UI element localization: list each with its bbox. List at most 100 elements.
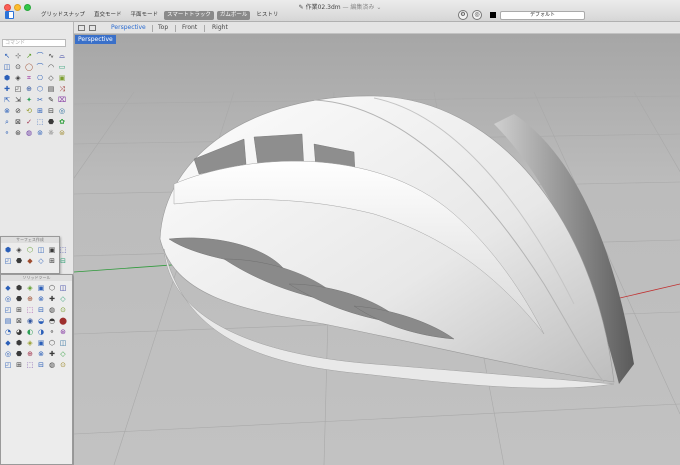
solid-tool-icon[interactable]: ◍	[47, 305, 57, 315]
mode-history[interactable]: ヒストリ	[253, 11, 281, 20]
solid-tool-icon[interactable]: ◇	[58, 294, 68, 304]
solid-tool-icon[interactable]: ⬢	[14, 338, 24, 348]
solid-tool-icon[interactable]: ◆	[3, 338, 13, 348]
solid-tool-icon[interactable]: ⊕	[25, 349, 35, 359]
layer-selector[interactable]: デフォルト	[500, 10, 585, 20]
solid-tool-icon[interactable]: ◎	[3, 294, 13, 304]
perspective-viewport[interactable]: Perspective	[74, 34, 680, 465]
surface-tool-icon[interactable]: ◫	[36, 245, 46, 255]
surface-tool-icon[interactable]: ⬚	[58, 245, 68, 255]
mode-smart-track[interactable]: スマートトラック	[164, 11, 214, 20]
mode-grid-snap[interactable]: グリッドスナップ	[38, 11, 88, 20]
surface-tool-icon[interactable]: ◇	[36, 256, 46, 266]
surface-tool-icon[interactable]: ⊟	[58, 256, 68, 266]
solid-tool-icon[interactable]: ◫	[58, 283, 68, 293]
main-tool-icon[interactable]: ⊹	[13, 51, 23, 61]
main-tool-icon[interactable]: ⎔	[35, 73, 45, 83]
main-tool-icon[interactable]: ⇲	[13, 95, 23, 105]
main-tool-icon[interactable]: ↖	[2, 51, 12, 61]
layer-color-swatch[interactable]	[490, 12, 496, 18]
helmet-model-render[interactable]	[74, 34, 680, 465]
main-tool-icon[interactable]: ✂	[35, 95, 45, 105]
mode-gumball[interactable]: ガムボール	[216, 11, 251, 20]
solid-tool-icon[interactable]: ⊟	[36, 360, 46, 370]
main-tool-icon[interactable]: ◯	[24, 62, 34, 72]
surface-tool-icon[interactable]: ⊞	[47, 256, 57, 266]
tab-perspective[interactable]: Perspective	[111, 24, 146, 31]
osnap-circle-icon[interactable]: ◎	[472, 10, 482, 20]
solid-tool-icon[interactable]: ⊟	[36, 305, 46, 315]
main-tool-icon[interactable]: ▤	[46, 84, 56, 94]
main-tool-icon[interactable]: ✚	[2, 84, 12, 94]
main-tool-icon[interactable]: ⬚	[35, 117, 45, 127]
solid-tool-icon[interactable]: ⊙	[58, 360, 68, 370]
main-tool-icon[interactable]: ⊜	[57, 128, 67, 138]
main-tool-icon[interactable]: ⊚	[35, 128, 45, 138]
surface-tool-icon[interactable]: ◆	[25, 256, 35, 266]
main-tool-icon[interactable]: ⌗	[24, 73, 34, 83]
main-tool-icon[interactable]: ◈	[13, 73, 23, 83]
solid-tool-icon[interactable]: ⬚	[25, 360, 35, 370]
solid-tool-icon[interactable]: ⊞	[14, 305, 24, 315]
main-tool-icon[interactable]: ⇱	[2, 95, 12, 105]
solid-tool-icon[interactable]: ⊠	[14, 316, 24, 326]
main-tool-icon[interactable]: ⟲	[24, 106, 34, 116]
solid-tool-icon[interactable]: ◆	[3, 283, 13, 293]
solid-tool-icon[interactable]: ⬡	[47, 283, 57, 293]
main-tool-icon[interactable]: ⚬	[2, 128, 12, 138]
solid-tool-icon[interactable]: ▣	[36, 338, 46, 348]
solid-tool-icon[interactable]: ✚	[47, 349, 57, 359]
solid-tool-icon[interactable]: ⬣	[14, 294, 24, 304]
viewport-label[interactable]: Perspective	[75, 35, 116, 44]
solid-tool-icon[interactable]: ◔	[3, 327, 13, 337]
main-tool-icon[interactable]: ⬣	[46, 117, 56, 127]
solid-tool-icon[interactable]: ◰	[3, 360, 13, 370]
main-tool-icon[interactable]: ◇	[46, 73, 56, 83]
main-tool-icon[interactable]: ⌧	[57, 95, 67, 105]
solid-tool-icon[interactable]: ◒	[36, 316, 46, 326]
main-tool-icon[interactable]: ⊠	[13, 117, 23, 127]
main-tool-icon[interactable]: ◰	[13, 84, 23, 94]
mode-planar[interactable]: 平面モード	[128, 11, 162, 20]
solid-tool-icon[interactable]: ⚬	[47, 327, 57, 337]
main-tool-icon[interactable]: ◠	[46, 62, 56, 72]
main-tool-icon[interactable]: ⊕	[24, 84, 34, 94]
surface-tool-icon[interactable]: ⬢	[3, 245, 13, 255]
main-tool-icon[interactable]: ✦	[24, 95, 34, 105]
solid-tool-icon[interactable]: ✚	[47, 294, 57, 304]
solid-tool-icon[interactable]: ◐	[25, 327, 35, 337]
solid-tool-icon[interactable]: ⬡	[47, 338, 57, 348]
main-tool-icon[interactable]: ∿	[46, 51, 56, 61]
solid-tool-icon[interactable]: ◈	[25, 338, 35, 348]
solid-tool-icon[interactable]: ▤	[3, 316, 13, 326]
main-tool-icon[interactable]: ◎	[57, 106, 67, 116]
solid-tool-icon[interactable]: ⊗	[36, 294, 46, 304]
solid-tool-icon[interactable]: ⊗	[36, 349, 46, 359]
solid-tool-icon[interactable]: ⬚	[25, 305, 35, 315]
solid-tool-icon[interactable]: ◎	[3, 349, 13, 359]
sidebar-toggle-icon[interactable]	[5, 11, 14, 19]
command-input[interactable]: コマンド	[2, 39, 66, 47]
main-tool-icon[interactable]: ⊗	[2, 106, 12, 116]
solid-tool-icon[interactable]: ⬢	[14, 283, 24, 293]
solid-tool-icon[interactable]: ◓	[47, 316, 57, 326]
surface-tool-icon[interactable]: ⬣	[14, 256, 24, 266]
surface-tool-icon[interactable]: ▣	[47, 245, 57, 255]
tab-right[interactable]: Right	[212, 24, 228, 31]
main-tool-icon[interactable]: ▣	[57, 73, 67, 83]
main-tool-icon[interactable]: ⊟	[46, 106, 56, 116]
main-tool-icon[interactable]: ✎	[46, 95, 56, 105]
settings-gear-icon[interactable]: ⚙	[458, 10, 468, 20]
solid-tool-icon[interactable]: ◈	[25, 283, 35, 293]
surface-tool-icon[interactable]: ◈	[14, 245, 24, 255]
main-tool-icon[interactable]: ◫	[2, 62, 12, 72]
single-view-icon[interactable]	[78, 25, 85, 31]
main-tool-icon[interactable]: ⌒	[35, 62, 45, 72]
main-tool-icon[interactable]: ⬢	[2, 73, 12, 83]
main-tool-icon[interactable]: ⊛	[13, 128, 23, 138]
solid-tool-icon[interactable]: ◑	[36, 327, 46, 337]
main-tool-icon[interactable]: ⊘	[13, 106, 23, 116]
main-tool-icon[interactable]: ☼	[46, 128, 56, 138]
main-tool-icon[interactable]: ⌕	[2, 117, 12, 127]
four-view-icon[interactable]	[89, 25, 96, 31]
